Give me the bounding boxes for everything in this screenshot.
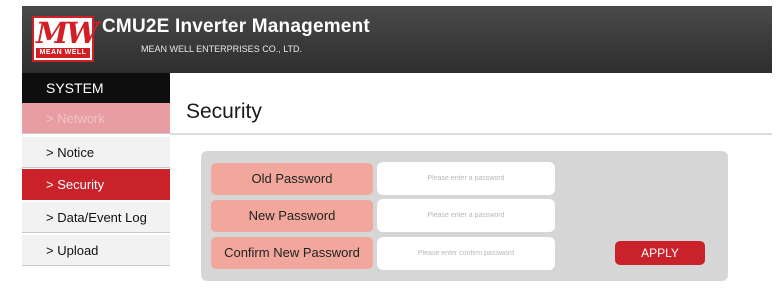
old-password-label: Old Password (211, 163, 373, 195)
sidebar-item-data-event-log[interactable]: > Data/Event Log (22, 202, 170, 233)
old-password-input[interactable] (377, 162, 555, 195)
new-password-label: New Password (211, 200, 373, 232)
apply-button[interactable]: APPLY (615, 241, 705, 265)
app-header: MW MEAN WELL CMU2E Inverter Management M… (22, 6, 772, 73)
confirm-password-input[interactable] (377, 237, 555, 270)
sidebar-item-network[interactable]: > Network (22, 103, 170, 134)
confirm-password-label: Confirm New Password (211, 237, 373, 269)
sidebar-heading: SYSTEM (22, 73, 170, 103)
app-title: CMU2E Inverter Management (102, 16, 370, 37)
new-password-input[interactable] (377, 199, 555, 232)
sidebar-item-upload[interactable]: > Upload (22, 235, 170, 266)
logo-subtext: MEAN WELL (36, 48, 90, 58)
company-name: MEAN WELL ENTERPRISES CO., LTD. (141, 44, 303, 54)
page-title: Security (186, 100, 262, 123)
logo-mark: MW (36, 16, 99, 50)
sidebar: SYSTEM > Network > Notice > Security > D… (22, 73, 170, 294)
mean-well-logo: MW MEAN WELL (32, 16, 99, 62)
sidebar-item-notice[interactable]: > Notice (22, 137, 170, 168)
title-divider (170, 133, 772, 135)
sidebar-item-security[interactable]: > Security (22, 169, 170, 200)
